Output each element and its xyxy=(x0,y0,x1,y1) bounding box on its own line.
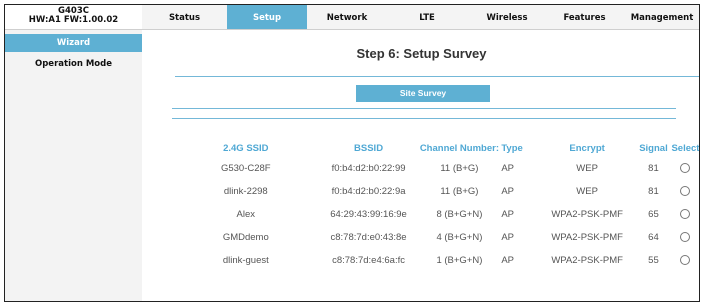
cell-signal: 81 xyxy=(648,163,659,174)
cell-channel: 11 (B+G) xyxy=(440,186,479,197)
cell-encrypt: WPA2-PSK-PMF xyxy=(551,232,623,243)
cell-channel: 1 (B+G+N) xyxy=(436,255,483,266)
cell-ssid: GMDdemo xyxy=(222,232,269,243)
cell-bssid: f0:b4:d2:b0:22:99 xyxy=(331,163,406,174)
cell-signal: 55 xyxy=(648,255,659,266)
tab-setup[interactable]: Setup xyxy=(227,5,307,29)
sidebar: Wizard Operation Mode xyxy=(5,30,142,301)
cell-signal: 64 xyxy=(648,232,659,243)
table-row[interactable]: G530-C28F f0:b4:d2:b0:22:99 11 (B+G) AP … xyxy=(172,157,699,180)
table-row[interactable]: dlink-guest c8:78:7d:e4:6a:fc 1 (B+G+N) … xyxy=(172,249,699,272)
cell-channel: 8 (B+G+N) xyxy=(436,209,483,220)
select-radio[interactable] xyxy=(680,232,691,243)
cell-type: AP xyxy=(501,209,514,220)
tab-network[interactable]: Network xyxy=(307,5,387,29)
cell-select xyxy=(670,203,699,226)
table-header-row: 2.4G SSID BSSID Channel Number: Type Enc… xyxy=(172,139,700,157)
cell-select xyxy=(670,157,699,180)
table-row[interactable]: GMDdemo c8:78:7d:e0:43:8e 4 (B+G+N) AP W… xyxy=(172,226,699,249)
cell-type: AP xyxy=(501,255,514,266)
col-header-channel: Channel Number: xyxy=(419,142,499,154)
select-radio[interactable] xyxy=(680,209,691,220)
cell-encrypt: WPA2-PSK-PMF xyxy=(551,255,623,266)
cell-channel: 11 (B+G) xyxy=(440,163,479,174)
cell-encrypt: WEP xyxy=(576,186,598,197)
top-header: G403C HW:A1 FW:1.00.02 Status Setup Netw… xyxy=(5,5,699,30)
tab-wireless[interactable]: Wireless xyxy=(467,5,547,29)
col-header-encrypt: Encrypt xyxy=(569,142,605,154)
cell-encrypt: WPA2-PSK-PMF xyxy=(551,209,623,220)
cell-bssid: c8:78:7d:e4:6a:fc xyxy=(332,255,405,266)
tab-status[interactable]: Status xyxy=(142,5,227,29)
cell-bssid: c8:78:7d:e0:43:8e xyxy=(330,232,407,243)
select-radio[interactable] xyxy=(680,186,691,197)
select-radio[interactable] xyxy=(680,163,691,174)
site-survey-button[interactable]: Site Survey xyxy=(356,85,490,102)
cell-channel: 4 (B+G+N) xyxy=(436,232,483,243)
cell-type: AP xyxy=(501,232,514,243)
title-divider xyxy=(175,76,699,77)
cell-type: AP xyxy=(501,163,514,174)
cell-encrypt: WEP xyxy=(576,163,598,174)
cell-ssid: Alex xyxy=(236,209,256,220)
cell-bssid: 64:29:43:99:16:9e xyxy=(330,209,407,220)
col-header-bssid: BSSID xyxy=(354,142,384,154)
divider-lower xyxy=(172,118,676,119)
cell-signal: 65 xyxy=(648,209,659,220)
cell-type: AP xyxy=(501,186,514,197)
select-radio[interactable] xyxy=(680,255,691,266)
cell-ssid: dlink-guest xyxy=(222,255,269,266)
cell-select xyxy=(670,226,699,249)
main-content: Step 6: Setup Survey Site Survey 2.4G SS… xyxy=(142,30,700,301)
cell-signal: 81 xyxy=(648,186,659,197)
page-title: Step 6: Setup Survey xyxy=(356,46,487,61)
col-header-ssid: 2.4G SSID xyxy=(223,142,269,154)
col-header-select: Select xyxy=(671,142,700,154)
tab-lte[interactable]: LTE xyxy=(387,5,467,29)
device-info: G403C HW:A1 FW:1.00.02 xyxy=(5,5,142,29)
cell-ssid: G530-C28F xyxy=(220,163,271,174)
col-header-type: Type xyxy=(501,142,523,154)
table-row[interactable]: dlink-2298 f0:b4:d2:b0:22:9a 11 (B+G) AP… xyxy=(172,180,699,203)
cell-select xyxy=(670,249,699,272)
router-admin-window: G403C HW:A1 FW:1.00.02 Status Setup Netw… xyxy=(4,4,700,302)
cell-select xyxy=(670,180,699,203)
tab-features[interactable]: Features xyxy=(547,5,622,29)
tab-management[interactable]: Management xyxy=(622,5,699,29)
site-survey-table: 2.4G SSID BSSID Channel Number: Type Enc… xyxy=(172,139,700,272)
cell-bssid: f0:b4:d2:b0:22:9a xyxy=(331,186,406,197)
cell-ssid: dlink-2298 xyxy=(223,186,268,197)
table-row[interactable]: Alex 64:29:43:99:16:9e 8 (B+G+N) AP WPA2… xyxy=(172,203,699,226)
sidebar-item-wizard[interactable]: Wizard xyxy=(5,34,142,52)
sidebar-item-operation-mode[interactable]: Operation Mode xyxy=(5,55,142,73)
firmware-version: HW:A1 FW:1.00.02 xyxy=(28,15,119,25)
divider-upper xyxy=(172,108,676,109)
col-header-signal: Signal xyxy=(639,142,668,154)
